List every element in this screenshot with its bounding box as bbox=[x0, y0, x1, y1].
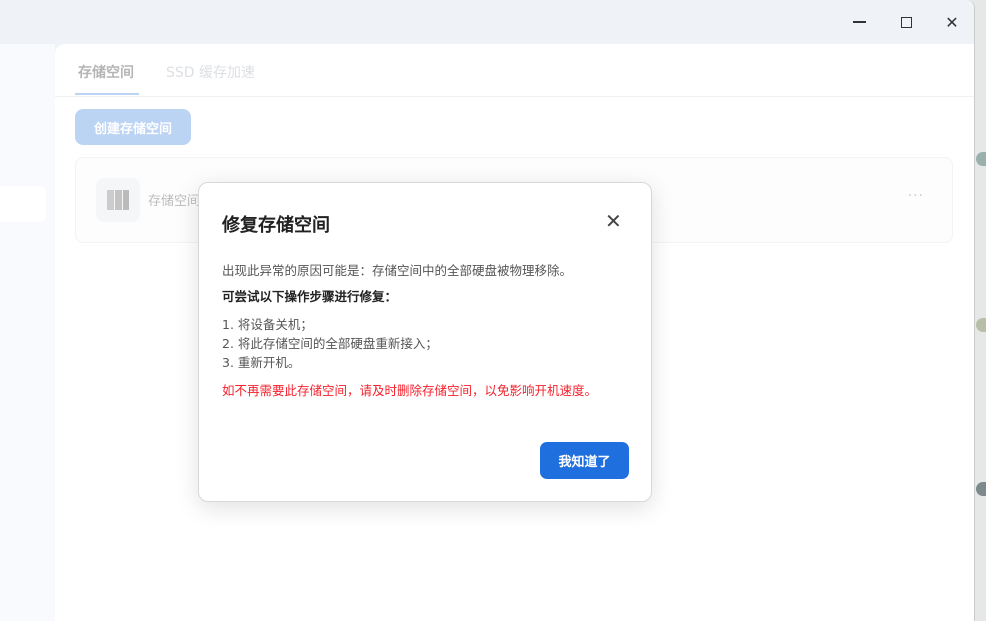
tab-ssd-cache[interactable]: SSD 缓存加速 bbox=[166, 62, 255, 82]
maximize-icon bbox=[900, 16, 912, 28]
close-icon: ✕ bbox=[945, 12, 959, 32]
minimize-button[interactable] bbox=[844, 8, 874, 36]
repair-storage-dialog: 修复存储空间 ✕ 出现此异常的原因可能是：存储空间中的全部硬盘被物理移除。 可尝… bbox=[198, 182, 652, 502]
sidebar-item[interactable] bbox=[0, 186, 46, 222]
minimize-icon bbox=[852, 21, 866, 23]
dialog-title: 修复存储空间 bbox=[222, 215, 330, 236]
maximize-button[interactable] bbox=[891, 8, 921, 36]
step-item: 2. 将此存储空间的全部硬盘重新接入； bbox=[222, 336, 438, 351]
close-window-button[interactable]: ✕ bbox=[937, 8, 967, 36]
more-icon[interactable]: ··· bbox=[908, 188, 924, 204]
desktop-decoration bbox=[976, 152, 986, 166]
steps-heading: 可尝试以下操作步骤进行修复： bbox=[222, 289, 398, 304]
dialog-close-icon[interactable]: ✕ bbox=[605, 209, 622, 233]
desktop-decoration bbox=[976, 482, 986, 496]
storage-icon bbox=[96, 178, 140, 222]
step-item: 3. 重新开机。 bbox=[222, 355, 301, 370]
storage-name: 存储空间 bbox=[148, 194, 201, 209]
tab-bar: 存储空间 SSD 缓存加速 bbox=[55, 44, 974, 97]
desktop-decoration bbox=[976, 318, 986, 332]
warning-text: 如不再需要此存储空间，请及时删除存储空间，以免影响开机速度。 bbox=[222, 383, 598, 398]
tab-storage-space[interactable]: 存储空间 bbox=[78, 62, 134, 82]
sidebar bbox=[0, 44, 55, 621]
got-it-button[interactable]: 我知道了 bbox=[540, 442, 629, 479]
cause-text: 出现此异常的原因可能是：存储空间中的全部硬盘被物理移除。 bbox=[222, 263, 573, 278]
active-tab-indicator bbox=[75, 93, 139, 95]
create-storage-button[interactable]: 创建存储空间 bbox=[75, 109, 191, 145]
step-item: 1. 将设备关机； bbox=[222, 317, 313, 332]
